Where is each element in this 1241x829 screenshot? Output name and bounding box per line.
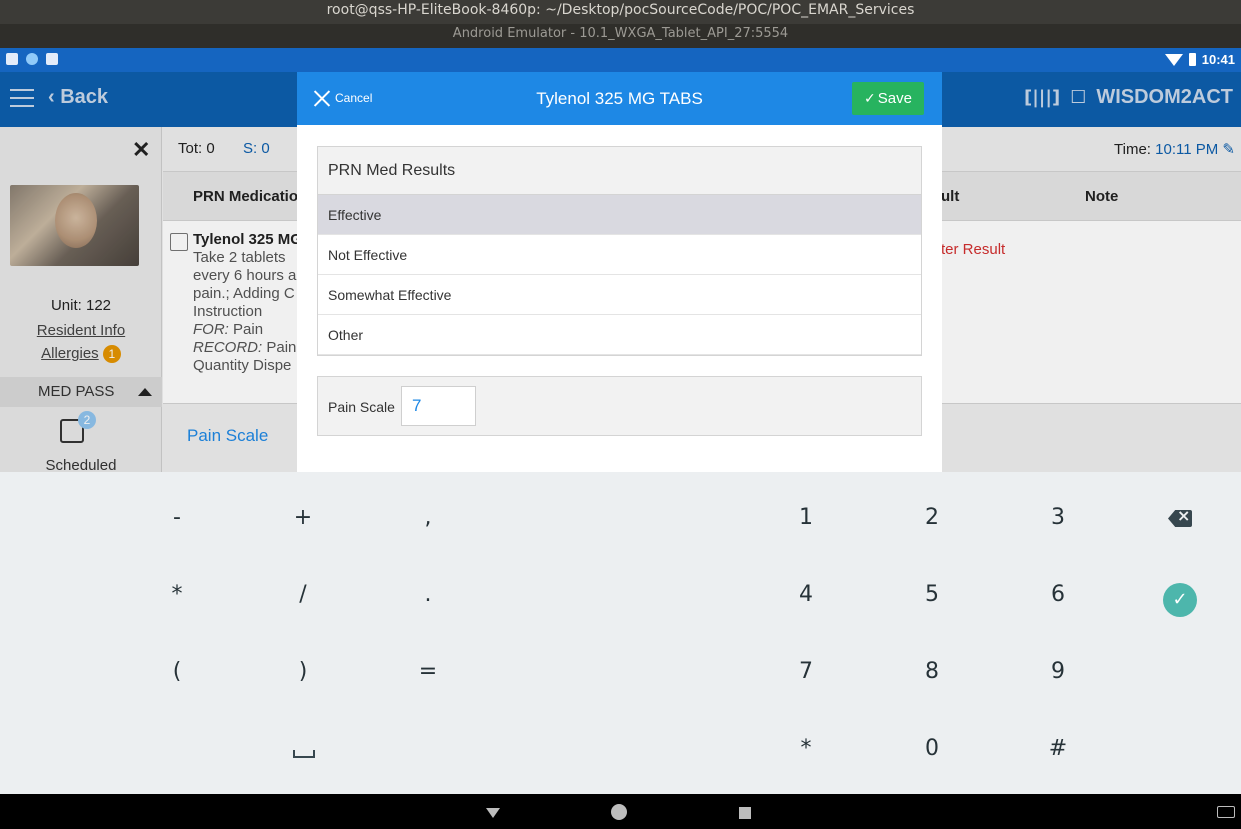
option-somewhat-effective[interactable]: Somewhat Effective (318, 275, 921, 315)
android-status-bar: 10:41 (0, 48, 1241, 72)
key-7[interactable]: 7 (766, 642, 846, 702)
option-not-effective[interactable]: Not Effective (318, 235, 921, 275)
backspace-icon[interactable]: × (1168, 510, 1192, 527)
prn-result-dialog: Cancel Tylenol 325 MG TABS ✓ Save PRN Med… (297, 72, 942, 472)
terminal-window-title: root@qss-HP-EliteBook-8460p: ~/Desktop/p… (0, 0, 1241, 24)
key-comma[interactable]: , (388, 488, 468, 548)
sd-card-icon (46, 53, 58, 65)
key-3[interactable]: 3 (1018, 488, 1098, 548)
option-effective[interactable]: Effective (318, 195, 921, 235)
key-6[interactable]: 6 (1018, 565, 1098, 625)
pain-scale-input[interactable] (401, 386, 476, 426)
prn-results-header: PRN Med Results (318, 147, 921, 195)
pain-scale-group: Pain Scale (317, 376, 922, 436)
android-nav-bar (0, 794, 1241, 829)
key-close-paren[interactable]: ) (263, 642, 343, 702)
pain-scale-label: Pain Scale (328, 399, 395, 415)
option-other[interactable]: Other (318, 315, 921, 355)
key-hash[interactable]: # (1018, 719, 1098, 779)
keyboard-switch-icon[interactable] (1217, 806, 1235, 818)
dialog-header: Cancel Tylenol 325 MG TABS ✓ Save (297, 72, 942, 125)
key-open-paren[interactable]: ( (137, 642, 217, 702)
key-plus[interactable]: + (263, 488, 343, 548)
key-period[interactable]: . (388, 565, 468, 625)
prn-results-list: PRN Med Results Effective Not Effective … (317, 146, 922, 356)
key-asterisk[interactable]: * (137, 565, 217, 625)
nav-recents-icon[interactable] (739, 807, 751, 819)
key-9[interactable]: 9 (1018, 642, 1098, 702)
battery-icon (1188, 53, 1196, 66)
key-0[interactable]: 0 (892, 719, 972, 779)
notification-circle-icon (26, 53, 38, 65)
key-4[interactable]: 4 (766, 565, 846, 625)
key-1[interactable]: 1 (766, 488, 846, 548)
numeric-keyboard: - + , 1 2 3 × * / . 4 5 6 ✓ ( ) = 7 8 9 … (0, 472, 1241, 794)
key-star[interactable]: * (766, 719, 846, 779)
space-icon[interactable] (293, 750, 315, 758)
key-2[interactable]: 2 (892, 488, 972, 548)
nav-back-icon[interactable] (486, 808, 500, 818)
save-button[interactable]: ✓ Save (852, 82, 924, 115)
nav-home-icon[interactable] (611, 804, 627, 820)
key-5[interactable]: 5 (892, 565, 972, 625)
key-8[interactable]: 8 (892, 642, 972, 702)
wifi-icon (1164, 53, 1183, 66)
key-minus[interactable]: - (137, 488, 217, 548)
dialog-title: Tylenol 325 MG TABS (536, 89, 703, 108)
checkmark-icon[interactable]: ✓ (1163, 583, 1197, 617)
key-slash[interactable]: / (263, 565, 343, 625)
emulator-window-title: Android Emulator - 10.1_WXGA_Tablet_API_… (0, 24, 1241, 48)
checkmark-icon: ✓ (864, 91, 876, 107)
status-time: 10:41 (1201, 52, 1235, 67)
key-equals[interactable]: = (388, 642, 468, 702)
notification-a-icon (6, 53, 18, 65)
